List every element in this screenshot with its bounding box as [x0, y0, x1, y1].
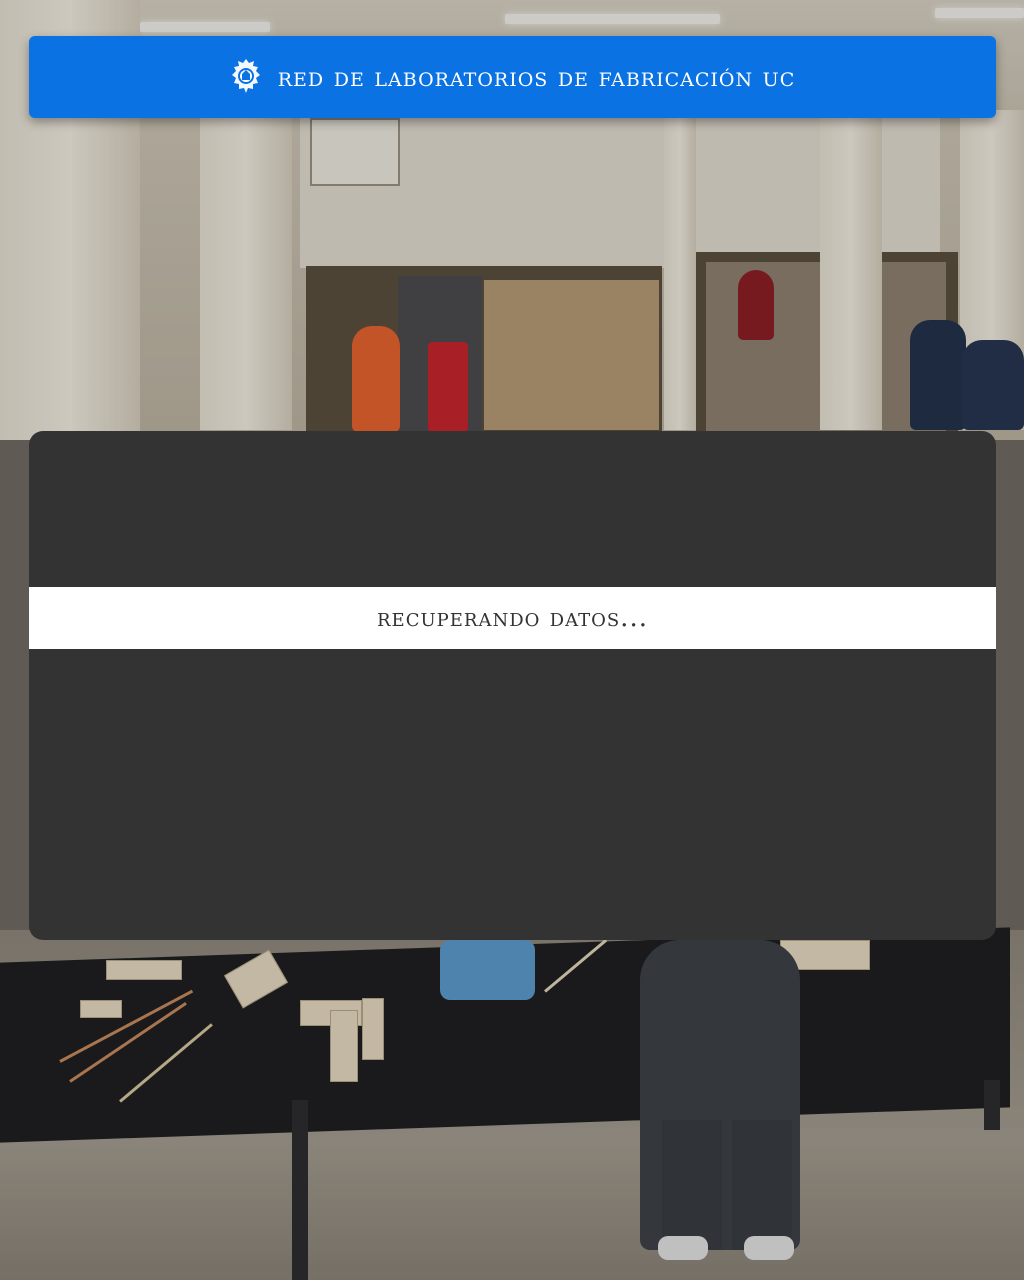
- site-title: RED DE LABORATORIOS DE FABRICACIÓN UC: [277, 61, 796, 93]
- loading-status-text: RECUPERANDO DATOS...: [377, 603, 648, 633]
- uc-crest-icon: [231, 59, 260, 93]
- page: RED DE LABORATORIOS DE FABRICACIÓN UC RE…: [0, 0, 1024, 1280]
- loading-panel: RECUPERANDO DATOS...: [29, 431, 996, 940]
- site-header: RED DE LABORATORIOS DE FABRICACIÓN UC: [29, 36, 996, 118]
- status-strip: RECUPERANDO DATOS...: [29, 587, 996, 649]
